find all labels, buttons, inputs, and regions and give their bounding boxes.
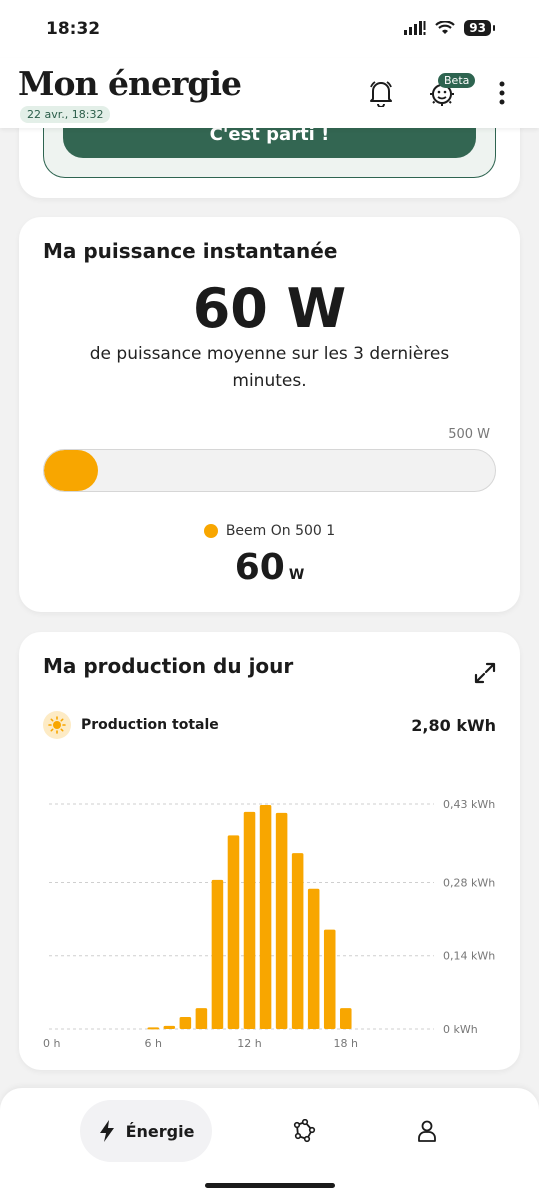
chart-bar: [179, 1016, 192, 1029]
nav-tab-profile[interactable]: [414, 1118, 440, 1144]
chart-bar: [147, 1027, 160, 1030]
production-total-row: Production totale 2,80 kWh: [43, 710, 496, 740]
production-card-title: Ma production du jour: [43, 654, 294, 678]
bottom-navigation: Énergie: [0, 1088, 539, 1200]
power-card-title: Ma puissance instantanée: [43, 239, 338, 263]
beta-badge: Beta: [438, 73, 476, 88]
chart-y-tick-label: 0 kWh: [443, 1023, 478, 1036]
device-color-dot: [203, 524, 218, 538]
user-icon: [418, 1120, 436, 1142]
expand-button[interactable]: [472, 660, 498, 686]
device-power-unit: W: [288, 567, 305, 583]
nav-tab-energy[interactable]: Énergie: [80, 1100, 212, 1162]
status-icons: 93: [404, 20, 495, 36]
chart-bar: [323, 929, 336, 1029]
bell-icon: [370, 81, 392, 107]
production-total-value: 2,80 kWh: [411, 715, 496, 735]
power-description: de puissance moyenne sur les 3 dernières…: [89, 344, 450, 391]
production-bar-chart: 0 kWh 0,14 kWh 0,28 kWh 0,43 kWh 0 h 6 h 12 h 1…: [43, 798, 495, 1050]
nav-tab-energy-label: Énergie: [125, 1121, 195, 1141]
power-value: 60 W: [192, 277, 347, 340]
status-time: 18:32: [46, 19, 101, 39]
power-gauge-fill: [44, 450, 99, 491]
lightning-icon: [99, 1120, 114, 1142]
device-power-value: 60: [234, 547, 285, 588]
chart-y-tick-label: 0,14 kWh: [443, 950, 495, 963]
status-bar: 18:32 93: [0, 0, 539, 58]
notifications-button[interactable]: [366, 78, 396, 108]
power-max-label: 500 W: [448, 427, 490, 442]
device-legend: Beem On 500 1: [19, 523, 520, 539]
daily-production-card: Ma production du jour Production totale …: [19, 632, 520, 1070]
device-power: 60 W: [19, 547, 520, 588]
chart-bar: [211, 879, 224, 1029]
chart-bar: [275, 812, 288, 1029]
device-name: Beem On 500 1: [225, 523, 336, 539]
production-total-label: Production totale: [81, 717, 219, 733]
chart-bar: [195, 1008, 208, 1029]
instant-power-card: Ma puissance instantanée 60 W de puissan…: [19, 217, 520, 612]
power-gauge: [43, 449, 496, 492]
chart-y-tick-label: 0,43 kWh: [443, 798, 495, 811]
wifi-icon: [435, 21, 456, 34]
chart-bar: [243, 811, 256, 1029]
last-update-chip: 22 avr., 18:32: [20, 106, 111, 123]
signal-icon: [404, 21, 426, 35]
chart-bar: [163, 1025, 176, 1029]
chart-bar: [291, 853, 304, 1029]
chart-x-tick-label: 18 h: [334, 1037, 358, 1050]
expand-icon: [474, 662, 496, 684]
chart-x-tick-label: 0 h: [43, 1037, 60, 1050]
battery-indicator: 93: [464, 20, 495, 36]
page-title: Mon énergie: [18, 64, 242, 103]
app-header: Mon énergie 22 avr., 18:32: [0, 58, 539, 128]
chart-y-tick-label: 0,28 kWh: [443, 876, 495, 889]
chart-bar: [339, 1008, 352, 1029]
nav-tab-devices[interactable]: [291, 1118, 317, 1144]
more-vertical-icon: [499, 81, 505, 105]
chart-bar: [259, 805, 272, 1029]
chart-x-tick-label: 12 h: [237, 1037, 261, 1050]
chart-x-tick-label: 6 h: [145, 1037, 162, 1050]
chart-bar: [307, 888, 320, 1029]
more-menu-button[interactable]: [487, 78, 517, 108]
home-indicator: [205, 1183, 335, 1188]
sun-icon: [43, 711, 71, 739]
devices-network-icon: [293, 1119, 316, 1143]
chart-bar: [227, 835, 240, 1029]
